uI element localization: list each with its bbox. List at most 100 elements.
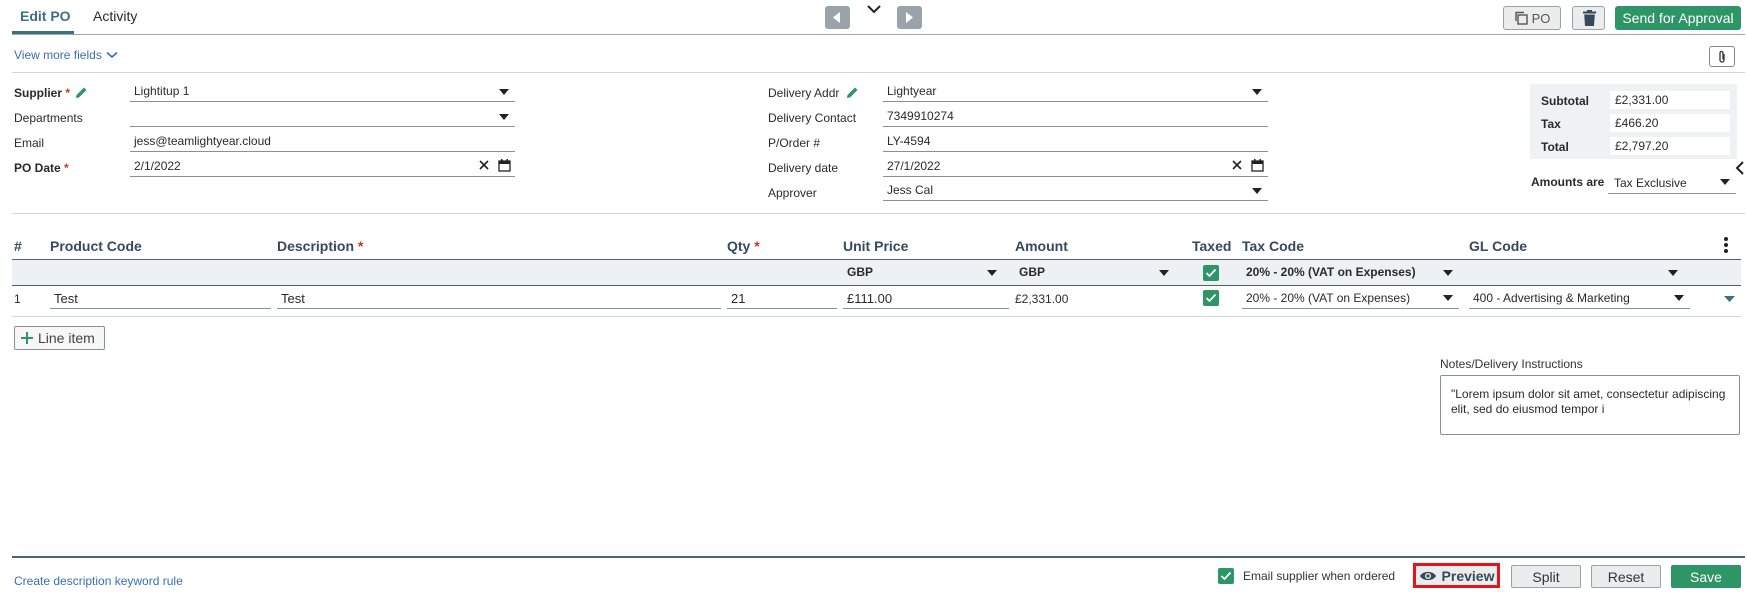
chevron-right-icon (906, 12, 913, 23)
amounts-are-label: Amounts are (1531, 175, 1605, 189)
qty-input[interactable]: 21 (727, 288, 837, 309)
col-header-gl-code: GL Code (1469, 238, 1528, 254)
description-input[interactable]: Test (277, 288, 721, 309)
collapse-panel-icon[interactable] (1735, 160, 1745, 176)
copy-icon (1514, 11, 1528, 25)
collapse-toggle[interactable] (866, 2, 882, 19)
total-label: Total (1541, 140, 1569, 154)
amount-value: £2,331.00 (1015, 292, 1069, 306)
amounts-are-select[interactable]: Tax Exclusive (1608, 172, 1736, 194)
footer-divider (12, 556, 1745, 558)
edit-pencil-icon[interactable] (75, 86, 88, 99)
delivery-date-label: Delivery date (768, 161, 839, 175)
reset-button[interactable]: Reset (1591, 565, 1661, 588)
po-date-field[interactable]: 2/1/2022 (130, 157, 515, 177)
notes-textarea[interactable]: "Lorem ipsum dolor sit amet, consectetur… (1440, 375, 1740, 435)
po-date-label: PO Date * (14, 161, 69, 175)
gl-code-select[interactable]: 400 - Advertising & Marketing (1469, 288, 1690, 309)
more-options-icon[interactable] (1723, 236, 1729, 254)
dropdown-caret-icon (1159, 270, 1169, 276)
create-keyword-rule-link[interactable]: Create description keyword rule (14, 574, 183, 588)
chevron-left-icon (833, 12, 840, 23)
checkmark-icon (1205, 268, 1217, 278)
tab-edit-po[interactable]: Edit PO (20, 8, 71, 24)
dropdown-caret-icon (1674, 295, 1684, 301)
email-field[interactable]: jess@teamlightyear.cloud (130, 132, 515, 152)
supplier-label: Supplier * (14, 86, 71, 100)
dropdown-caret-icon (1668, 270, 1678, 276)
row-number: 1 (14, 292, 21, 306)
dropdown-caret-icon (1443, 270, 1453, 276)
eye-icon (1419, 571, 1436, 580)
calendar-icon[interactable] (498, 159, 511, 172)
section-divider (12, 213, 1745, 214)
row-expand-icon[interactable] (1724, 295, 1735, 303)
delivery-date-field[interactable]: 27/1/2022 (883, 157, 1268, 177)
tab-activity[interactable]: Activity (93, 8, 137, 24)
checkmark-icon (1205, 293, 1217, 303)
approver-select[interactable]: Jess Cal (883, 181, 1268, 201)
dropdown-caret-icon (1443, 295, 1453, 301)
next-record-button[interactable] (897, 6, 922, 29)
tax-label: Tax (1541, 117, 1561, 131)
dropdown-caret-icon (987, 270, 997, 276)
unit-price-input[interactable]: £111.00 (843, 288, 1009, 309)
p-order-field[interactable]: LY-4594 (883, 132, 1268, 152)
clear-icon[interactable] (1231, 159, 1243, 171)
tax-value: £466.20 (1610, 114, 1730, 132)
taxed-default-checkbox[interactable] (1203, 265, 1219, 281)
trash-icon (1583, 10, 1596, 26)
send-for-approval-button[interactable]: Send for Approval (1615, 6, 1741, 30)
taxed-checkbox[interactable] (1203, 290, 1219, 306)
subtotal-value: £2,331.00 (1610, 91, 1730, 109)
gl-code-default-select[interactable] (1469, 263, 1684, 283)
preview-label: Preview (1441, 567, 1495, 584)
table-row-divider (12, 316, 1741, 317)
table-band-divider (12, 285, 1741, 286)
amount-currency-select[interactable]: GBP (1015, 263, 1175, 283)
delivery-addr-select[interactable]: Lightyear (883, 82, 1268, 102)
view-more-fields-link[interactable]: View more fields (14, 48, 118, 62)
add-line-item-button[interactable]: Line item (14, 326, 105, 350)
col-header-tax-code: Tax Code (1242, 238, 1304, 254)
col-header-amount: Amount (1015, 238, 1068, 254)
departments-label: Departments (14, 111, 83, 125)
delivery-contact-label: Delivery Contact (768, 111, 857, 125)
p-order-label: P/Order # (768, 136, 821, 150)
product-code-input[interactable]: Test (50, 288, 271, 309)
save-button[interactable]: Save (1671, 565, 1741, 588)
approver-label: Approver (768, 186, 817, 200)
subtotal-label: Subtotal (1541, 94, 1589, 108)
attachment-button[interactable] (1709, 46, 1735, 67)
split-button[interactable]: Split (1511, 565, 1581, 588)
unit-price-currency-select[interactable]: GBP (843, 263, 1003, 283)
copy-po-button[interactable]: PO (1503, 6, 1561, 30)
clear-icon[interactable] (478, 159, 490, 171)
chevron-down-icon (867, 5, 881, 14)
total-value: £2,797.20 (1610, 137, 1730, 155)
email-supplier-checkbox[interactable] (1218, 568, 1234, 584)
preview-button[interactable]: Preview (1413, 563, 1500, 588)
dropdown-caret-icon (1720, 179, 1730, 185)
amounts-are-value: Tax Exclusive (1614, 176, 1687, 190)
notes-label: Notes/Delivery Instructions (1440, 357, 1583, 371)
tax-code-default-select[interactable]: 20% - 20% (VAT on Expenses) (1242, 263, 1459, 283)
email-label: Email (14, 136, 45, 150)
col-header-num: # (14, 238, 22, 254)
edit-pencil-icon[interactable] (846, 86, 859, 99)
view-more-fields-label: View more fields (14, 48, 102, 62)
delete-button[interactable] (1572, 6, 1605, 30)
col-header-unit-price: Unit Price (843, 238, 909, 254)
header-divider (12, 34, 1745, 35)
supplier-select[interactable]: Lightitup 1 (130, 82, 515, 102)
previous-record-button[interactable] (825, 6, 850, 29)
plus-icon (21, 332, 33, 344)
delivery-addr-label: Delivery Addr (768, 86, 840, 100)
tax-code-select[interactable]: 20% - 20% (VAT on Expenses) (1242, 288, 1459, 309)
calendar-icon[interactable] (1251, 159, 1264, 172)
delivery-contact-field[interactable]: 7349910274 (883, 107, 1268, 127)
chevron-down-icon (106, 51, 118, 59)
departments-select[interactable] (130, 107, 515, 127)
col-header-product-code: Product Code (50, 238, 142, 254)
dropdown-caret-icon (1252, 188, 1262, 194)
